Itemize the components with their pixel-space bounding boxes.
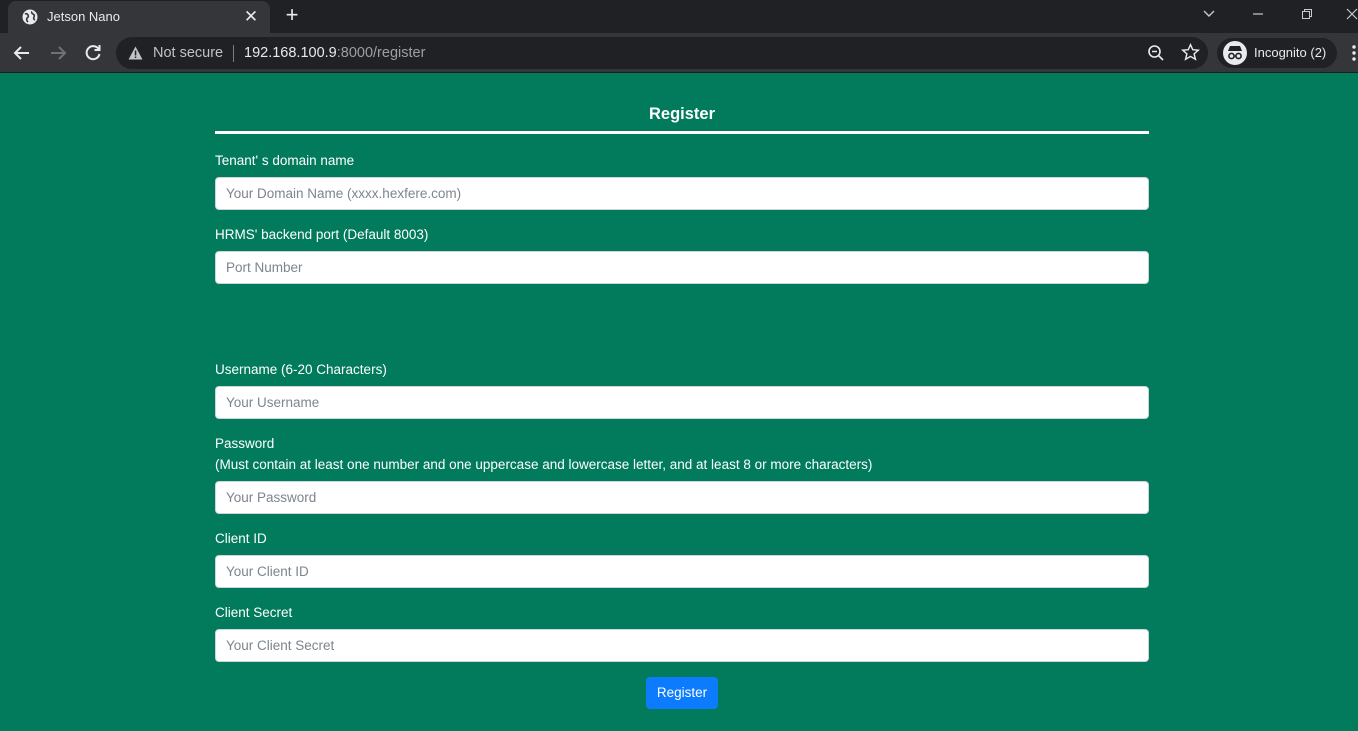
more-vert-icon[interactable] xyxy=(1350,43,1358,63)
zoom-out-icon[interactable] xyxy=(1147,44,1165,62)
plus-icon[interactable]: + xyxy=(281,4,303,26)
client-secret-input[interactable] xyxy=(215,629,1149,662)
title-divider xyxy=(215,131,1149,134)
close-icon[interactable]: ✕ xyxy=(242,8,260,26)
restore-icon[interactable] xyxy=(1295,4,1319,24)
url-path: :8000/register xyxy=(336,45,426,61)
page-title: Register xyxy=(648,105,716,123)
warning-triangle-icon[interactable] xyxy=(128,46,143,60)
incognito-label: Incognito (2) xyxy=(1254,45,1327,60)
address-bar[interactable]: Not secure 192.168.100.9:8000/register xyxy=(116,37,1208,69)
url-text[interactable]: 192.168.100.9:8000/register xyxy=(244,45,425,61)
forward-arrow-icon[interactable] xyxy=(46,41,70,65)
tab-title: Jetson Nano xyxy=(47,9,120,24)
domain-label: Tenant' s domain name xyxy=(215,153,355,168)
domain-input[interactable] xyxy=(215,177,1149,210)
chevron-down-icon[interactable] xyxy=(1197,4,1221,24)
divider xyxy=(233,45,234,62)
username-label: Username (6-20 Characters) xyxy=(215,362,387,377)
star-icon[interactable] xyxy=(1181,43,1200,62)
incognito-icon xyxy=(1223,41,1247,65)
browser-toolbar: Not secure 192.168.100.9:8000/register I… xyxy=(0,33,1358,73)
register-button[interactable]: Register xyxy=(646,677,718,709)
password-label: Password xyxy=(215,436,275,451)
password-hint: (Must contain at least one number and on… xyxy=(215,457,873,472)
port-input[interactable] xyxy=(215,251,1149,284)
minimize-icon[interactable] xyxy=(1246,4,1270,24)
password-input[interactable] xyxy=(215,481,1149,514)
port-label: HRMS' backend port (Default 8003) xyxy=(215,227,429,242)
incognito-profile-button[interactable]: Incognito (2) xyxy=(1217,38,1337,68)
close-window-icon[interactable] xyxy=(1340,4,1358,24)
browser-tab-strip: Jetson Nano ✕ + xyxy=(0,0,1358,33)
security-status[interactable]: Not secure xyxy=(153,45,223,61)
reload-icon[interactable] xyxy=(81,41,105,65)
browser-tab[interactable]: Jetson Nano ✕ xyxy=(8,1,270,33)
client-id-label: Client ID xyxy=(215,531,267,546)
client-id-input[interactable] xyxy=(215,555,1149,588)
client-secret-label: Client Secret xyxy=(215,605,293,620)
url-host: 192.168.100.9 xyxy=(244,45,337,61)
back-arrow-icon[interactable] xyxy=(10,41,34,65)
globe-icon xyxy=(22,9,38,25)
username-input[interactable] xyxy=(215,386,1149,419)
